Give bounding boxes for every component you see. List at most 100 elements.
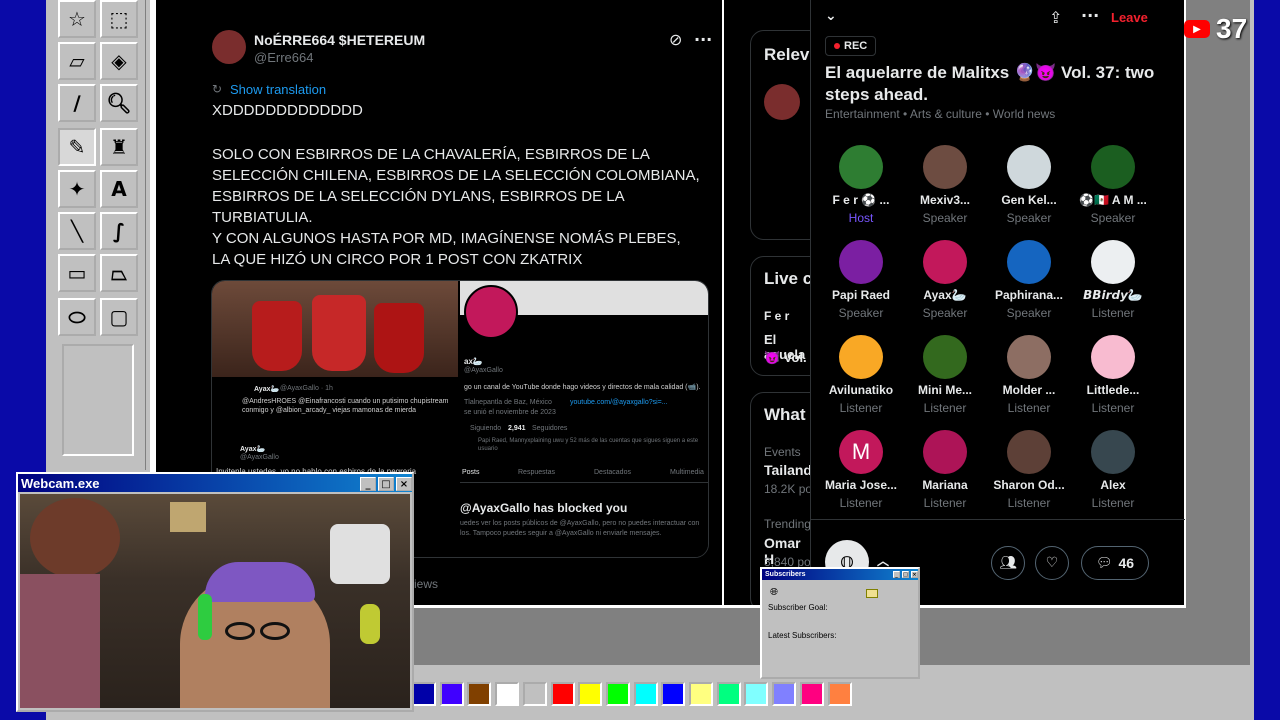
participant-name[interactable]: Ayax🦢	[903, 288, 987, 302]
youtube-count: 37	[1216, 13, 1248, 44]
pencil-tool-icon[interactable]: ✎	[58, 128, 96, 166]
ayax-link[interactable]: youtube.com/@ayaxgallo?si=...	[570, 399, 668, 406]
participant-name[interactable]: Mexiv3...	[903, 193, 987, 207]
polygon-tool-icon[interactable]: ⏢	[100, 254, 138, 292]
author-handle[interactable]: @Erre664	[254, 50, 313, 65]
fill-tool-icon[interactable]: ◈	[100, 42, 138, 80]
participant-avatar[interactable]: M	[839, 430, 883, 474]
reply-name: Ayax🦢	[254, 386, 280, 393]
palette-color[interactable]	[522, 682, 547, 706]
participant-name[interactable]: Maria Jose...	[819, 478, 903, 492]
participant-avatar[interactable]	[923, 145, 967, 189]
color-picker-icon[interactable]: ∕	[58, 84, 96, 122]
ellipse-tool-icon[interactable]: ⬭	[58, 298, 96, 336]
participant-avatar[interactable]	[1091, 240, 1135, 284]
rounded-rect-tool-icon[interactable]: ▢	[100, 298, 138, 336]
participant-avatar[interactable]	[1091, 145, 1135, 189]
participant-avatar[interactable]	[1091, 335, 1135, 379]
profile-tab-replies[interactable]: Respuestas	[518, 469, 555, 476]
author-name[interactable]: NoÉRRE664 $HETEREUM	[254, 32, 425, 48]
minimize-icon[interactable]: _	[360, 477, 376, 492]
palette-color[interactable]	[744, 682, 769, 706]
line-tool-icon[interactable]: ╲	[58, 212, 96, 250]
participant-name[interactable]: Littlede...	[1071, 383, 1155, 397]
participant-avatar[interactable]	[1007, 145, 1051, 189]
reaction-button[interactable]: ♡	[1035, 546, 1069, 580]
replies-button[interactable]: 💬︎ 46	[1081, 546, 1149, 580]
palette-color[interactable]	[495, 682, 520, 706]
profile-tab-highlights[interactable]: Destacados	[594, 469, 631, 476]
participant-avatar[interactable]	[923, 335, 967, 379]
palette-color[interactable]	[605, 682, 630, 706]
palette-color[interactable]	[578, 682, 603, 706]
participant-name[interactable]: Papi Raed	[819, 288, 903, 302]
rect-select-tool-icon[interactable]: ⬚	[100, 0, 138, 38]
participant-avatar[interactable]	[923, 240, 967, 284]
profile-tab-media[interactable]: Multimedia	[670, 469, 704, 476]
maximize-icon[interactable]: □	[902, 571, 909, 579]
participant-avatar[interactable]	[839, 335, 883, 379]
collapse-icon[interactable]: ⌄	[825, 8, 837, 24]
text-tool-icon[interactable]: A	[100, 170, 138, 208]
palette-color[interactable]	[412, 682, 436, 706]
participant-name[interactable]: F e r ⚽ ...	[819, 193, 903, 207]
palette-color[interactable]	[716, 682, 741, 706]
profile-screenshot[interactable]: ax🦢 @AyaxGallo go un canal de YouTube do…	[460, 281, 708, 557]
more-icon[interactable]: ···	[694, 30, 712, 49]
close-icon[interactable]: ×	[911, 571, 918, 579]
palette-color[interactable]	[550, 682, 575, 706]
participant-name[interactable]: Molder ...	[987, 383, 1071, 397]
palette-color[interactable]	[827, 682, 852, 706]
free-select-tool-icon[interactable]: ☆	[58, 0, 96, 38]
participant-avatar[interactable]	[839, 145, 883, 189]
participant-name[interactable]: Gen Kel...	[987, 193, 1071, 207]
magnifier-icon[interactable]: 🔍︎	[100, 84, 138, 122]
participant-avatar[interactable]	[1007, 335, 1051, 379]
relevant-avatar[interactable]	[764, 84, 800, 120]
participant-name[interactable]: Sharon Od...	[987, 478, 1071, 492]
live-subtitle[interactable]: 😈 Vol.	[764, 350, 807, 366]
people-button[interactable]: 👥︎	[991, 546, 1025, 580]
participant-name[interactable]: ⚽🇲🇽 A M ...	[1071, 193, 1155, 207]
maximize-icon[interactable]: □	[378, 477, 394, 492]
rectangle-tool-icon[interactable]: ▭	[58, 254, 96, 292]
participant-name[interactable]: Paphirana...	[987, 288, 1071, 302]
eraser-tool-icon[interactable]: ▱	[58, 42, 96, 80]
participant-name[interactable]: Avilunatiko	[819, 383, 903, 397]
show-translation-link[interactable]: Show translation	[230, 82, 326, 97]
event-name[interactable]: Tailand	[764, 462, 812, 478]
grok-icon[interactable]: ⊘	[669, 30, 682, 49]
participant-avatar[interactable]	[1091, 430, 1135, 474]
participant-name[interactable]: Mariana	[903, 478, 987, 492]
palette-color[interactable]	[467, 682, 492, 706]
participant-avatar[interactable]	[923, 430, 967, 474]
participant-name[interactable]: Alex	[1071, 478, 1155, 492]
drinks-image[interactable]	[212, 281, 458, 377]
minimize-icon[interactable]: _	[893, 571, 900, 579]
participant-avatar[interactable]	[1007, 430, 1051, 474]
translate-icon: ↻	[212, 82, 223, 96]
participant-role: Speaker	[838, 306, 884, 320]
participant-name[interactable]: Mini Me...	[903, 383, 987, 397]
palette-color[interactable]	[689, 682, 713, 706]
airbrush-tool-icon[interactable]: ✦	[58, 170, 96, 208]
participant-avatar[interactable]	[839, 240, 883, 284]
tweet-text-line1: XDDDDDDDDDDDDD	[212, 102, 363, 119]
palette-color[interactable]	[661, 682, 686, 706]
palette-color[interactable]	[439, 682, 464, 706]
author-avatar[interactable]	[212, 30, 246, 64]
ayax-following-label: Siguiendo	[470, 425, 502, 432]
profile-tab-posts[interactable]: Posts	[462, 469, 480, 476]
more-options-icon[interactable]: ···	[1081, 6, 1099, 25]
close-icon[interactable]: ×	[396, 477, 412, 492]
participant-avatar[interactable]	[1007, 240, 1051, 284]
live-host[interactable]: F e r	[764, 309, 789, 323]
palette-color[interactable]	[799, 682, 824, 706]
curve-tool-icon[interactable]: ∫	[100, 212, 138, 250]
brush-tool-icon[interactable]: ♜	[100, 128, 138, 166]
share-icon[interactable]: ⇪	[1049, 8, 1062, 27]
participant-name[interactable]: 𝘽𝘽𝙞𝙧𝙙𝙮🦢	[1071, 288, 1155, 302]
leave-button[interactable]: Leave	[1111, 10, 1148, 25]
palette-color[interactable]	[772, 682, 797, 706]
palette-color[interactable]	[633, 682, 658, 706]
